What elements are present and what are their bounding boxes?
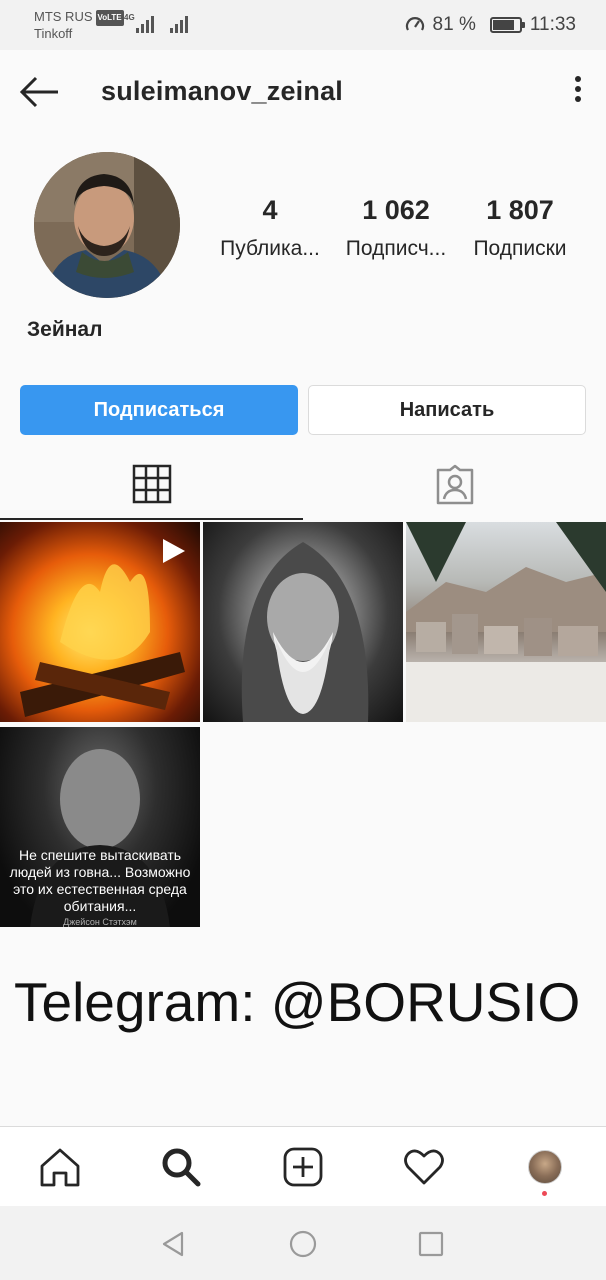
posts-count: 4 bbox=[262, 195, 278, 225]
post-thumbnail[interactable] bbox=[406, 522, 606, 722]
avatar-image bbox=[34, 152, 180, 298]
followers-label: Подписч... bbox=[345, 237, 447, 260]
carrier-info: MTS RUS VoLTE Tinkoff bbox=[34, 9, 124, 42]
nav-home[interactable] bbox=[38, 1145, 82, 1189]
tab-tagged[interactable] bbox=[303, 450, 606, 520]
nav-profile[interactable] bbox=[523, 1145, 567, 1189]
quote-line: это их естественная среда bbox=[13, 881, 187, 897]
system-back-icon[interactable] bbox=[160, 1230, 188, 1258]
post-thumbnail[interactable] bbox=[203, 522, 403, 722]
following-label: Подписки bbox=[473, 237, 567, 260]
search-icon bbox=[162, 1148, 201, 1187]
battery-percent: 81 % bbox=[432, 14, 476, 35]
profile-avatar-small bbox=[528, 1150, 562, 1184]
telegram-watermark: Telegram: @BORUSIO bbox=[14, 971, 581, 1033]
tab-grid[interactable] bbox=[0, 450, 303, 520]
follow-button[interactable]: Подписаться bbox=[20, 385, 298, 435]
operator-secondary: Tinkoff bbox=[34, 25, 73, 41]
stat-following[interactable]: 1 807 Подписки bbox=[457, 194, 583, 262]
back-arrow-icon[interactable] bbox=[18, 72, 62, 112]
post-thumbnail[interactable] bbox=[0, 522, 200, 722]
system-navigation-bar bbox=[0, 1206, 606, 1280]
quote-text: Не спешите вытаскивать людей из говна...… bbox=[8, 847, 192, 915]
video-play-icon bbox=[163, 539, 185, 563]
home-icon bbox=[40, 1148, 80, 1187]
winter-city-image bbox=[406, 522, 606, 722]
activity-heart-icon bbox=[404, 1149, 444, 1185]
system-home-icon[interactable] bbox=[289, 1230, 317, 1258]
status-bar: MTS RUS VoLTE Tinkoff 4G 81 % 11:33 bbox=[0, 0, 606, 50]
quote-author: Джейсон Стэтхэм bbox=[63, 917, 137, 927]
message-button[interactable]: Написать bbox=[308, 385, 586, 435]
tagged-icon bbox=[436, 464, 473, 505]
profile-username: suleimanov_zeinal bbox=[101, 76, 343, 106]
add-post-icon bbox=[283, 1147, 323, 1187]
signal-icon bbox=[136, 16, 154, 33]
speed-gauge-icon bbox=[405, 17, 424, 31]
instagram-profile-screen: MTS RUS VoLTE Tinkoff 4G 81 % 11:33 sulei… bbox=[0, 0, 606, 1280]
old-man-image bbox=[241, 542, 369, 722]
profile-avatar[interactable] bbox=[34, 152, 180, 298]
nav-activity[interactable] bbox=[402, 1145, 446, 1189]
followers-count: 1 062 bbox=[362, 195, 430, 225]
stat-posts[interactable]: 4 Публика... bbox=[207, 194, 333, 262]
signal-icon-secondary bbox=[170, 16, 188, 33]
quote-line: людей из говна... Возможно bbox=[9, 864, 191, 880]
battery-icon bbox=[489, 17, 525, 33]
stat-followers[interactable]: 1 062 Подписч... bbox=[333, 194, 459, 262]
quote-line: обитания... bbox=[63, 898, 137, 914]
grid-icon bbox=[132, 464, 171, 504]
bottom-navigation bbox=[0, 1126, 606, 1206]
following-count: 1 807 bbox=[486, 195, 554, 225]
profile-tabs bbox=[0, 450, 606, 520]
carrier-name: MTS RUS bbox=[34, 9, 93, 24]
profile-header: suleimanov_zeinal bbox=[0, 50, 606, 134]
notification-dot bbox=[542, 1191, 547, 1196]
status-right: 81 % 11:33 bbox=[405, 14, 576, 36]
nav-add-post[interactable] bbox=[281, 1145, 325, 1189]
profile-full-name: Зейнал bbox=[27, 318, 103, 341]
nav-search[interactable] bbox=[159, 1145, 203, 1189]
volte-badge: VoLTE bbox=[95, 9, 124, 26]
profile-stats: 4 Публика... 1 062 Подписч... 1 807 Подп… bbox=[210, 194, 590, 264]
system-recents-icon[interactable] bbox=[417, 1230, 445, 1258]
more-options-icon[interactable] bbox=[572, 76, 584, 108]
posts-label: Публика... bbox=[220, 237, 320, 260]
post-thumbnail[interactable]: Не спешите вытаскивать людей из говна...… bbox=[0, 727, 200, 927]
quote-line: Не спешите вытаскивать bbox=[18, 847, 182, 863]
clock: 11:33 bbox=[529, 14, 576, 35]
network-type: 4G bbox=[124, 13, 135, 22]
